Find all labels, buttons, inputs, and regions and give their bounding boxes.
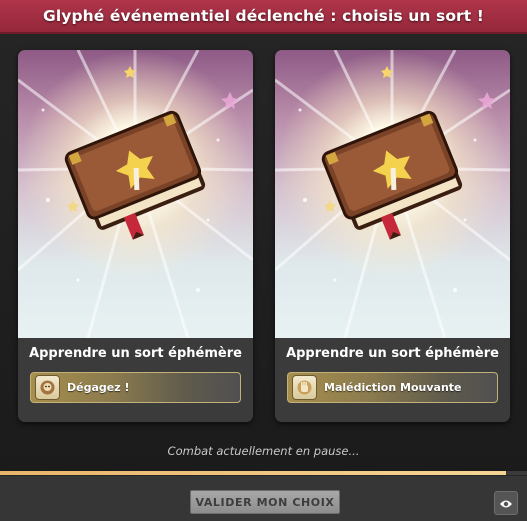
dragon-head-icon [35,375,60,400]
validate-button-label: VALIDER MON CHOIX [195,495,335,509]
hand-curse-icon [292,375,317,400]
card-title: Apprendre un sort éphémère [29,346,242,361]
card-art [275,50,510,338]
card-art [18,50,253,338]
eye-icon [499,494,513,513]
validate-choice-button[interactable]: VALIDER MON CHOIX [190,490,340,514]
turn-progress-bar [0,471,527,475]
card-title: Apprendre un sort éphémère [286,346,499,361]
card-label-area: Apprendre un sort éphémère Malédiction M… [275,338,510,422]
progress-fill [0,471,506,475]
spell-book-icon [18,50,253,338]
card-label-area: Apprendre un sort éphémère Dégagez ! [18,338,253,422]
page-title: Glyphé événementiel déclenché : choisis … [43,7,484,25]
title-banner: Glyphé événementiel déclenché : choisis … [0,0,527,34]
spell-option-button[interactable]: Dégagez ! [30,372,241,403]
footer-bar: VALIDER MON CHOIX [0,476,527,521]
spell-name: Malédiction Mouvante [324,381,462,394]
pause-status-text: Combat actuellement en pause... [167,444,360,458]
eye-toggle-button[interactable] [494,491,518,515]
spell-card-2[interactable]: Apprendre un sort éphémère Malédiction M… [275,50,510,422]
spell-option-button[interactable]: Malédiction Mouvante [287,372,498,403]
spell-book-icon [275,50,510,338]
spell-card-1[interactable]: Apprendre un sort éphémère Dégagez ! [18,50,253,422]
spell-name: Dégagez ! [67,381,130,394]
